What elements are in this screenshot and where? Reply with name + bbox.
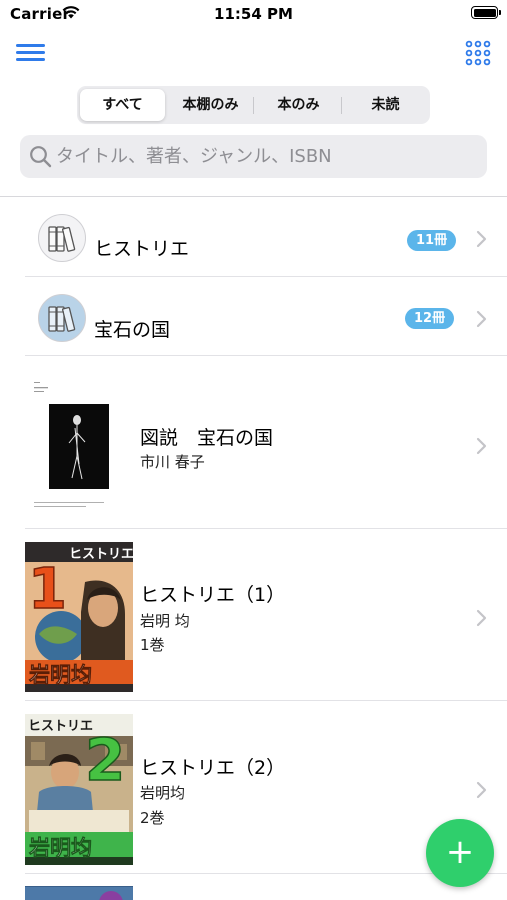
book-row[interactable]: 図説 宝石の国 市川 春子 — [0, 356, 507, 529]
book-cover — [25, 886, 133, 900]
shelf-row-historie[interactable]: ヒストリエ 11冊 — [0, 197, 507, 277]
book-title: ヒストリエ（2） — [140, 757, 286, 779]
plus-icon: + — [445, 832, 475, 872]
book-author: 市川 春子 — [140, 453, 205, 471]
shelf-title: 宝石の国 — [94, 319, 171, 341]
clock: 11:54 PM — [214, 5, 293, 23]
grid-dots-icon — [465, 40, 491, 66]
shelf-row-houseki[interactable]: 宝石の国 12冊 — [0, 277, 507, 356]
chevron-right-icon — [476, 781, 487, 799]
book-title: ヒストリエ（1） — [140, 584, 286, 606]
grid-view-button[interactable] — [464, 40, 492, 66]
book-cover — [25, 378, 133, 510]
book-volume: 1巻 — [140, 636, 165, 654]
book-author: 岩明均 — [140, 784, 186, 802]
book-author: 岩明 均 — [140, 612, 190, 630]
chevron-right-icon — [476, 230, 487, 248]
menu-button[interactable] — [15, 40, 47, 64]
chevron-right-icon — [476, 310, 487, 328]
status-bar: Carrier 11:54 PM — [0, 0, 507, 28]
cover-author: 岩明均 — [28, 663, 92, 687]
chevron-right-icon — [476, 437, 487, 455]
book-row[interactable]: 1 ヒストリエ 岩明均 ヒストリエ（1） 岩明 均 1巻 — [0, 529, 507, 701]
cover-logo: ヒストリエ — [28, 719, 93, 734]
segment-unread[interactable]: 未読 — [343, 89, 428, 121]
book-cover: 2 ヒストリエ 岩明均 — [25, 714, 133, 865]
count-badge: 11冊 — [407, 230, 457, 251]
battery-icon — [471, 6, 501, 19]
bookshelf-icon — [38, 214, 86, 262]
bookshelf-icon — [38, 294, 86, 342]
search-bar[interactable] — [20, 135, 487, 178]
book-title: 図説 宝石の国 — [140, 427, 274, 449]
cover-author: 岩明均 — [28, 836, 92, 860]
cover-number: 2 — [85, 726, 125, 794]
chevron-right-icon — [476, 609, 487, 627]
segment-divider — [253, 97, 254, 114]
hamburger-menu-icon — [16, 44, 45, 47]
shelf-title: ヒストリエ — [94, 238, 190, 260]
segment-books-only[interactable]: 本のみ — [256, 89, 341, 121]
search-icon — [30, 146, 52, 168]
book-cover: 1 ヒストリエ 岩明均 — [25, 542, 133, 692]
segment-divider — [341, 97, 342, 114]
segment-all[interactable]: すべて — [80, 89, 165, 121]
cover-logo: ヒストリエ — [69, 547, 133, 562]
book-volume: 2巻 — [140, 809, 165, 827]
search-input[interactable] — [56, 135, 476, 178]
cover-number: 1 — [28, 557, 67, 622]
segment-shelves-only[interactable]: 本棚のみ — [168, 89, 253, 121]
hamburger-line — [16, 51, 45, 54]
filter-segmented-control: すべて 本棚のみ 本のみ 未読 — [77, 86, 430, 124]
count-badge: 12冊 — [405, 308, 455, 329]
add-book-button[interactable]: + — [426, 819, 494, 887]
hamburger-line — [16, 58, 45, 61]
